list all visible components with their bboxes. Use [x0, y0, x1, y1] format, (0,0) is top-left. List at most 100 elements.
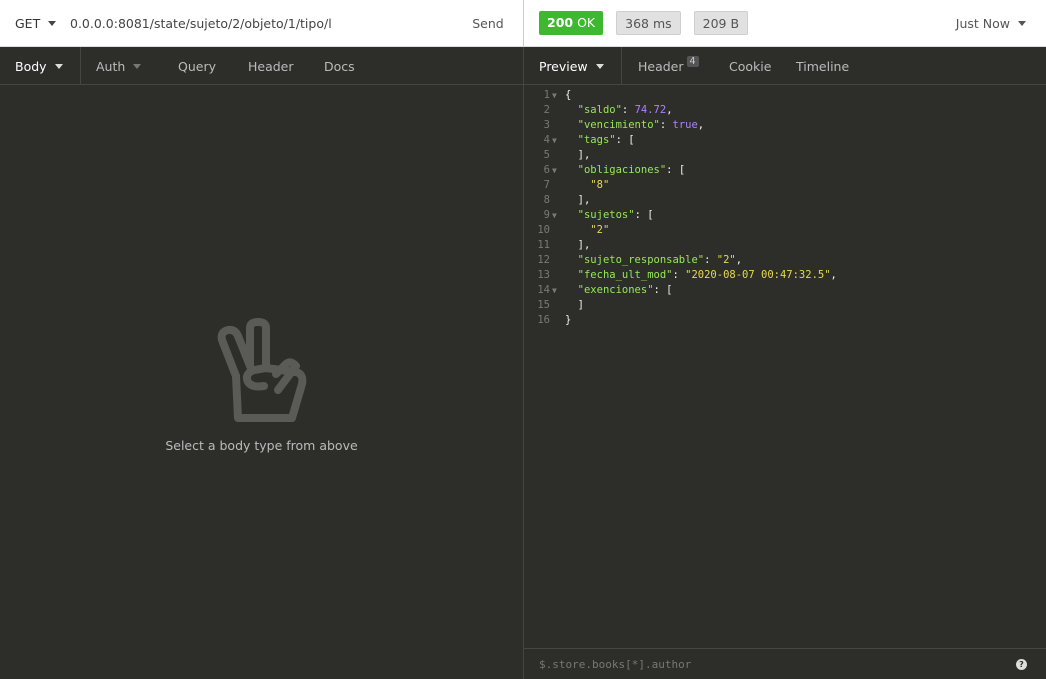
line-content: } — [565, 313, 571, 328]
line-content: "exenciones": [ — [565, 283, 673, 298]
json-token: , — [666, 104, 673, 116]
tab-docs[interactable]: Docs — [309, 47, 370, 85]
history-dropdown[interactable]: Just Now — [956, 16, 1026, 31]
response-filter-bar: ? — [524, 648, 1046, 679]
line-number: 10 — [537, 224, 550, 236]
json-token: ], — [565, 149, 591, 161]
fold-arrow-icon[interactable]: ▼ — [550, 133, 565, 148]
json-token: : [ — [666, 164, 686, 176]
tab-timeline-label: Timeline — [796, 58, 850, 74]
line-number: 4 — [543, 134, 550, 146]
chevron-down-icon — [54, 63, 63, 69]
json-token: } — [565, 314, 572, 326]
fold-arrow-icon[interactable]: ▼ — [550, 163, 565, 178]
tab-response-header[interactable]: Header 4 — [622, 47, 714, 85]
line-number: 15 — [537, 299, 550, 311]
tab-cookie-label: Cookie — [729, 58, 772, 74]
json-token: , — [697, 119, 705, 131]
send-button[interactable]: Send — [453, 16, 523, 31]
line-number: 16 — [537, 314, 550, 326]
code-line: 15 ] — [524, 298, 1046, 313]
request-tabs: Body Auth Query Header Docs — [0, 47, 523, 85]
tab-body[interactable]: Body — [0, 47, 81, 85]
code-line: 12 "sujeto_responsable": "2", — [524, 253, 1046, 268]
method-dropdown[interactable]: GET — [0, 0, 70, 46]
fold-gutter — [550, 298, 565, 313]
code-line: 13 "fecha_ult_mod": "2020-08-07 00:47:32… — [524, 268, 1046, 283]
fold-gutter — [550, 118, 565, 133]
json-token: 74.72 — [634, 104, 667, 116]
fold-gutter — [550, 313, 565, 328]
json-token: { — [565, 89, 572, 101]
json-token: "sujetos" — [577, 209, 635, 221]
json-token: "obligaciones" — [577, 164, 667, 176]
fold-gutter — [550, 253, 565, 268]
line-number: 5 — [543, 149, 550, 161]
fold-arrow-icon[interactable]: ▼ — [550, 88, 565, 103]
json-token: : — [704, 254, 717, 266]
fold-gutter — [550, 193, 565, 208]
response-json-viewer[interactable]: 1 ▼{2 "saldo": 74.72, 3 "vencimiento": tru… — [524, 88, 1046, 648]
response-size-badge: 209 B — [693, 11, 749, 35]
filter-input[interactable] — [539, 657, 1016, 671]
fold-gutter — [550, 178, 565, 193]
json-token: ], — [565, 239, 591, 251]
url-input[interactable]: 0.0.0.0:8081/state/sujeto/2/objeto/1/tip… — [70, 16, 453, 31]
line-number: 2 — [543, 104, 550, 116]
line-content: "8" — [565, 178, 609, 193]
history-label: Just Now — [955, 15, 1010, 31]
tab-cookie[interactable]: Cookie — [714, 47, 793, 85]
fold-arrow-icon[interactable]: ▼ — [550, 208, 565, 223]
line-number: 9 — [543, 209, 550, 221]
tab-query[interactable]: Query — [163, 47, 235, 85]
tab-preview[interactable]: Preview — [524, 47, 622, 85]
line-content: "sujeto_responsable": "2", — [565, 253, 742, 268]
line-number: 6 — [543, 164, 550, 176]
fold-gutter — [550, 223, 565, 238]
code-line: 9 ▼ "sujetos": [ — [524, 208, 1046, 223]
tab-timeline[interactable]: Timeline — [793, 47, 864, 85]
code-line: 16} — [524, 313, 1046, 328]
json-token: : [ — [653, 284, 673, 296]
tab-preview-label: Preview — [539, 58, 588, 74]
header-count-badge: 4 — [686, 55, 699, 67]
line-number: 1 — [543, 89, 550, 101]
json-token: "vencimiento" — [577, 119, 660, 131]
line-content: "sujetos": [ — [565, 208, 654, 223]
line-content: "saldo": 74.72, — [565, 103, 673, 118]
json-token: "saldo" — [577, 104, 622, 116]
json-token: "2020-08-07 00:47:32.5" — [685, 269, 831, 281]
json-token: ], — [565, 194, 591, 206]
json-token: "exenciones" — [577, 284, 654, 296]
line-number: 8 — [543, 194, 550, 206]
tab-query-label: Query — [178, 58, 216, 74]
question-circle-icon[interactable]: ? — [1016, 658, 1027, 670]
json-token: "fecha_ult_mod" — [577, 269, 673, 281]
status-text: OK — [577, 15, 596, 30]
line-content: "2" — [565, 223, 609, 238]
status-code: 200 — [547, 15, 574, 30]
tab-auth-label: Auth — [96, 58, 126, 74]
tab-header[interactable]: Header — [235, 47, 309, 85]
tab-auth[interactable]: Auth — [81, 47, 163, 85]
request-url-bar: GET 0.0.0.0:8081/state/sujeto/2/objeto/1… — [0, 0, 523, 47]
code-line: 5 ], — [524, 148, 1046, 163]
line-content: { — [565, 88, 571, 103]
json-token: : — [621, 104, 635, 116]
peace-hand-icon — [217, 318, 307, 422]
code-line: 3 "vencimiento": true, — [524, 118, 1046, 133]
line-content: ], — [565, 193, 591, 208]
chevron-down-icon — [595, 63, 604, 69]
line-content: "fecha_ult_mod": "2020-08-07 00:47:32.5"… — [565, 268, 837, 283]
chevron-down-icon — [1018, 20, 1026, 26]
fold-arrow-icon[interactable]: ▼ — [550, 283, 565, 298]
tab-docs-label: Docs — [324, 58, 355, 74]
code-line: 4 ▼ "tags": [ — [524, 133, 1046, 148]
json-token: , — [830, 269, 837, 281]
empty-state-message: Select a body type from above — [165, 438, 358, 453]
json-token: : [ — [615, 134, 635, 146]
chevron-down-icon — [133, 63, 142, 69]
